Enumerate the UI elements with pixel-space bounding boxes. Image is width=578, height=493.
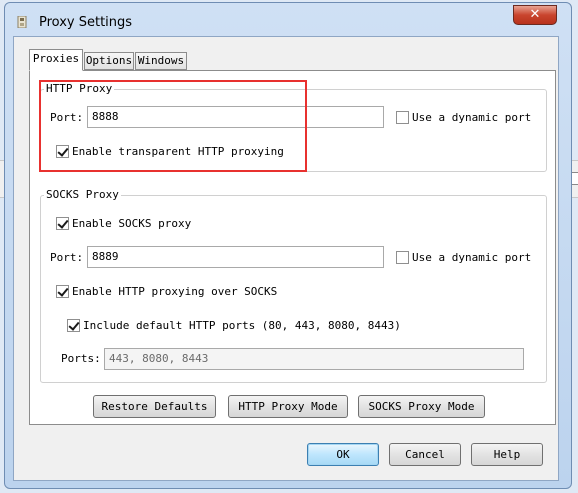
socks-dynamic-port-label: Use a dynamic port xyxy=(412,251,532,264)
http-dynamic-port-label: Use a dynamic port xyxy=(412,111,532,124)
socks-proxy-legend: SOCKS Proxy xyxy=(44,188,121,201)
tab-options[interactable]: Options xyxy=(84,52,134,70)
ports-label: Ports: xyxy=(61,352,101,365)
http-over-socks-checkbox[interactable] xyxy=(56,285,69,298)
include-default-ports-checkbox[interactable] xyxy=(67,319,80,332)
socks-proxy-mode-button[interactable]: SOCKS Proxy Mode xyxy=(358,395,485,418)
include-default-ports-label: Include default HTTP ports (80, 443, 808… xyxy=(83,319,401,332)
socks-port-label: Port: xyxy=(50,251,84,264)
highlight-box xyxy=(39,80,307,172)
app-icon xyxy=(17,16,27,28)
http-over-socks-label: Enable HTTP proxying over SOCKS xyxy=(72,285,278,298)
help-button[interactable]: Help xyxy=(471,443,543,466)
socks-dynamic-port-checkbox[interactable] xyxy=(396,251,409,264)
close-button[interactable]: ✕ xyxy=(513,5,557,25)
ports-input[interactable]: 443, 8080, 8443 xyxy=(104,348,524,370)
restore-defaults-button[interactable]: Restore Defaults xyxy=(93,395,216,418)
cancel-button[interactable]: Cancel xyxy=(389,443,461,466)
tab-windows[interactable]: Windows xyxy=(135,52,187,70)
ok-button[interactable]: OK xyxy=(307,443,379,466)
tab-proxies[interactable]: Proxies xyxy=(29,49,83,71)
socks-port-input[interactable]: 8889 xyxy=(87,246,384,268)
close-icon: ✕ xyxy=(529,7,541,22)
title-bar[interactable]: Proxy Settings ✕ xyxy=(5,3,571,37)
enable-socks-label: Enable SOCKS proxy xyxy=(72,217,192,230)
window-title: Proxy Settings xyxy=(39,15,133,30)
http-proxy-mode-button[interactable]: HTTP Proxy Mode xyxy=(228,395,348,418)
enable-socks-checkbox[interactable] xyxy=(56,217,69,230)
http-dynamic-port-checkbox[interactable] xyxy=(396,111,409,124)
